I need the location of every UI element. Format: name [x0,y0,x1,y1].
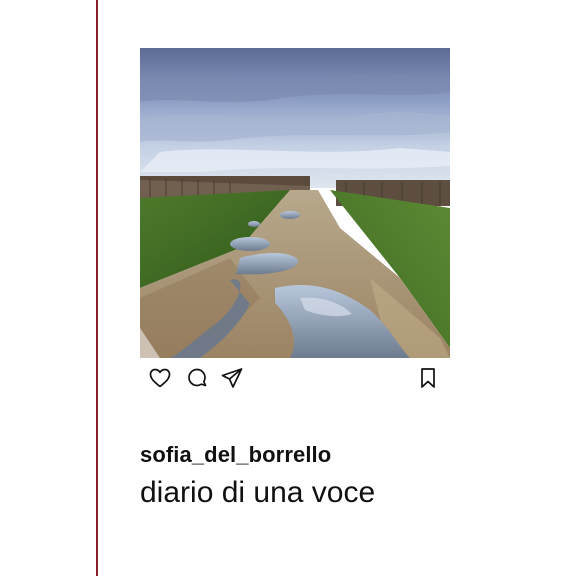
heart-icon[interactable] [148,366,172,390]
send-icon[interactable] [220,366,244,390]
post-actions-bar [148,366,448,390]
post-username[interactable]: sofia_del_borrello [140,442,331,468]
post-photo[interactable] [140,48,450,358]
comment-icon[interactable] [185,366,209,390]
bookmark-icon[interactable] [416,366,440,390]
book-spine-line [96,0,98,576]
post-caption: diario di una voce [140,476,376,509]
